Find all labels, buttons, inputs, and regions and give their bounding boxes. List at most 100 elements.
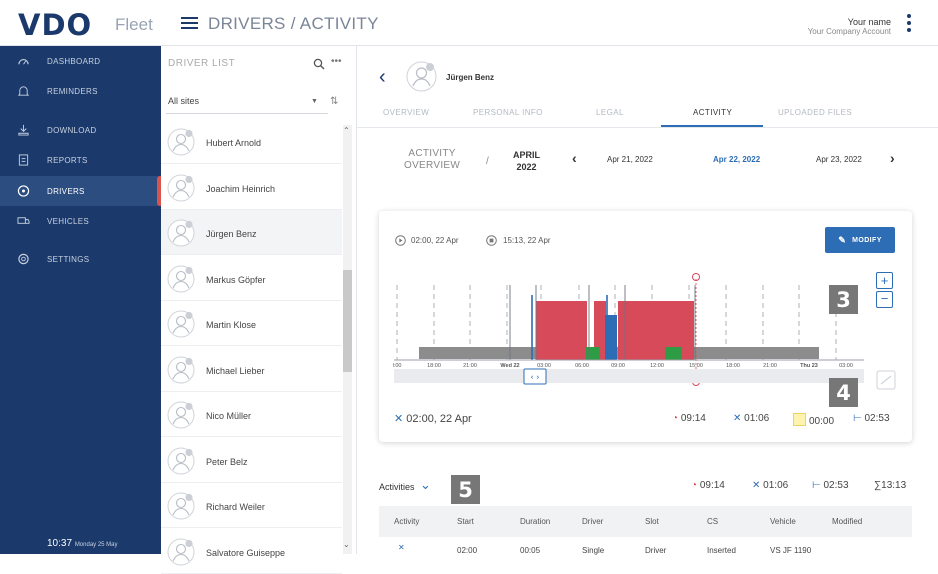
sidebar-item-reminders[interactable]: REMINDERS	[0, 76, 161, 106]
user-name: Your name	[847, 17, 891, 27]
driver-name: Nico Müller	[206, 411, 252, 421]
column-activity[interactable]: Activity	[394, 517, 419, 526]
driving-segment	[536, 301, 587, 360]
page-title: DRIVERS / ACTIVITY	[208, 14, 379, 33]
fleet-logo-text: Fleet	[115, 15, 153, 34]
zoom-out-button[interactable]: −	[876, 291, 893, 308]
tick-label: 21:00	[763, 363, 777, 369]
column-modified[interactable]: Modified	[832, 517, 862, 526]
tab-activity[interactable]: ACTIVITY	[693, 108, 732, 117]
bell-icon	[17, 86, 30, 96]
driving-segment	[618, 301, 694, 360]
sidebar-item-dashboard[interactable]: DASHBOARD	[0, 46, 161, 76]
tab-personal-info[interactable]: PERSONAL INFO	[473, 108, 543, 117]
sidebar-item-vehicles[interactable]: VEHICLES	[0, 206, 161, 236]
tick-label: 18:00	[427, 363, 441, 369]
chevron-down-icon[interactable]: ⌄	[420, 477, 431, 493]
rest-value: 02:53	[864, 413, 890, 424]
column-driver[interactable]: Driver	[582, 517, 603, 526]
column-slot[interactable]: Slot	[645, 517, 659, 526]
avatar	[167, 447, 195, 474]
breadcrumb-separator: /	[486, 156, 489, 167]
modify-button[interactable]: ✎ MODIFY	[825, 227, 895, 253]
bed-icon: ⊢	[853, 413, 865, 424]
driver-list-item[interactable]: Nico Müller	[161, 392, 342, 437]
modify-label: MODIFY	[852, 236, 882, 244]
more-options-icon[interactable]	[907, 14, 911, 35]
timeline-scroll-band	[394, 369, 864, 383]
activity-overview-link[interactable]: ACTIVITY OVERVIEW	[404, 148, 460, 172]
month-selector[interactable]: APRIL 2022	[513, 149, 540, 173]
driver-list-item[interactable]: Richard Weiler	[161, 483, 342, 528]
activities-work-value: 01:06	[763, 480, 789, 491]
driver-list-item[interactable]: Salvatore Guiseppe	[161, 529, 342, 574]
hamburger-menu-icon[interactable]	[181, 17, 198, 30]
more-icon[interactable]: •••	[331, 56, 342, 67]
column-vehicle[interactable]: Vehicle	[770, 517, 796, 526]
steering-wheel-icon: ◔	[691, 480, 700, 491]
chevron-left-icon[interactable]: ‹	[572, 150, 577, 166]
company-account: Your Company Account	[807, 27, 891, 36]
activities-rest-value: 02:53	[823, 480, 849, 491]
driver-list-item[interactable]: Jürgen Benz	[161, 210, 342, 255]
tick-label: Wed 22	[500, 363, 519, 369]
avatar	[167, 492, 195, 520]
column-cs[interactable]: CS	[707, 517, 718, 526]
available-value: 00:00	[809, 416, 835, 427]
speedometer-icon	[18, 59, 29, 65]
overview-label-line2: OVERVIEW	[404, 160, 461, 171]
tick-label: 15:00	[689, 363, 703, 369]
zoom-in-button[interactable]: +	[876, 272, 893, 289]
search-icon[interactable]	[313, 58, 325, 70]
column-duration[interactable]: Duration	[520, 517, 550, 526]
steering-wheel-icon: ◔	[672, 413, 681, 424]
driver-list-heading: DRIVER LIST	[168, 58, 236, 69]
driver-name: Hubert Arnold	[206, 138, 262, 148]
driving-value: 09:14	[680, 413, 706, 424]
clock-date: Monday 25 May	[74, 542, 118, 548]
driver-name: Jürgen Benz	[206, 229, 257, 239]
chevron-right-icon[interactable]: ›	[890, 150, 895, 166]
sort-icon[interactable]: ⇅	[330, 96, 338, 107]
sidebar-item-drivers[interactable]: DRIVERS	[0, 176, 161, 206]
reset-zoom-icon[interactable]	[876, 370, 896, 390]
sidebar-item-reports[interactable]: REPORTS	[0, 145, 161, 175]
date-apr-23[interactable]: Apr 23, 2022	[816, 155, 862, 164]
activity-timeline-chart[interactable]: l:00 18:00 21:00 Wed 22 03:00 06:00 09:00 12:00…	[389, 265, 869, 390]
driver-list-item[interactable]: Joachim Heinrich	[161, 165, 342, 210]
chevron-down-icon[interactable]: ⌄	[343, 540, 350, 549]
sidebar-item-download[interactable]: DOWNLOAD	[0, 115, 161, 145]
driver-list-item[interactable]: Martin Klose	[161, 301, 342, 346]
avatar	[167, 538, 195, 565]
chevron-down-icon[interactable]: ▼	[311, 98, 318, 105]
vdo-logo[interactable]: VDO	[18, 8, 92, 42]
tab-uploaded-files[interactable]: UPLOADED FILES	[778, 108, 852, 117]
tick-label: 09:00	[611, 363, 625, 369]
sidebar-item-settings[interactable]: SETTINGS	[0, 244, 161, 274]
activities-toggle[interactable]: Activities	[379, 482, 415, 492]
scrollbar-thumb[interactable]	[343, 270, 352, 372]
drag-handle-icon[interactable]: ‹ ›	[531, 373, 540, 382]
sidebar-item-label: DASHBOARD	[47, 56, 101, 66]
avatar	[167, 174, 195, 201]
tab-overview[interactable]: OVERVIEW	[383, 108, 429, 117]
sidebar-item-label: VEHICLES	[47, 216, 89, 226]
column-start[interactable]: Start	[457, 517, 474, 526]
chevron-up-icon[interactable]: ⌃	[343, 126, 350, 135]
gear-icon	[18, 253, 29, 265]
tab-legal[interactable]: LEGAL	[596, 108, 624, 117]
user-account[interactable]: Your name Your Company Account	[808, 17, 891, 37]
site-select[interactable]: All sites	[168, 96, 199, 106]
driver-list-item[interactable]: Peter Belz	[161, 438, 342, 483]
driver-list-item[interactable]: Michael Lieber	[161, 347, 342, 392]
month-label: APRIL	[513, 150, 540, 160]
driver-list-item[interactable]: Markus Göpfer	[161, 256, 342, 301]
driver-list-item[interactable]: Hubert Arnold	[161, 119, 342, 164]
pencil-icon: ✎	[838, 234, 847, 245]
date-apr-22[interactable]: Apr 22, 2022	[713, 155, 760, 164]
date-apr-21[interactable]: Apr 21, 2022	[607, 155, 653, 164]
back-arrow-icon[interactable]: ‹	[379, 66, 386, 89]
tick-label: 03:00	[537, 363, 551, 369]
play-circle-icon	[395, 235, 406, 246]
activities-work-summary: ✕ 01:06	[752, 480, 788, 491]
